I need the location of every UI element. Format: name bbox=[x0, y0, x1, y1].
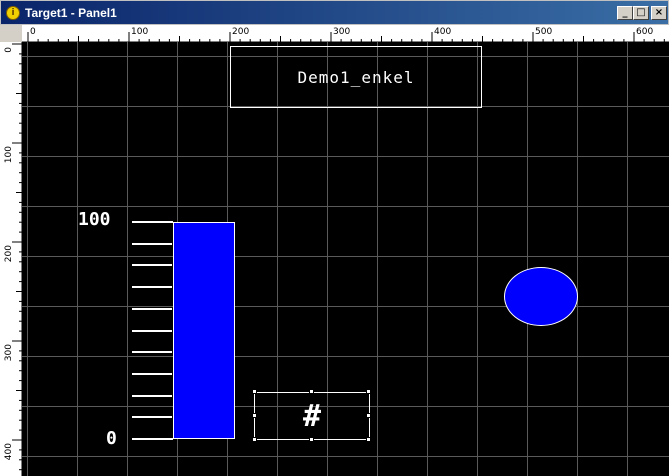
resize-handle-n[interactable] bbox=[309, 389, 314, 394]
bar-scale-tick bbox=[132, 416, 172, 419]
ruler-label: 600 bbox=[636, 27, 653, 37]
maximize-button[interactable]: □ bbox=[633, 6, 649, 20]
resize-handle-sw[interactable] bbox=[252, 437, 257, 442]
ruler-label: 300 bbox=[333, 27, 350, 37]
ruler-horizontal: 0 100 200 300 400 500 600 bbox=[22, 25, 669, 42]
bar-graph[interactable] bbox=[173, 222, 235, 439]
resize-handle-nw[interactable] bbox=[252, 389, 257, 394]
ruler-label: 100 bbox=[131, 27, 148, 37]
bar-scale-tick bbox=[132, 329, 172, 332]
close-button[interactable]: × bbox=[651, 6, 667, 20]
panel-title-label[interactable]: Demo1_enkel bbox=[230, 46, 482, 108]
bar-scale-tick bbox=[132, 221, 173, 223]
ruler-label: 200 bbox=[232, 27, 249, 37]
ruler-label: 400 bbox=[434, 27, 451, 37]
ruler-vertical-scale: 0 100 200 300 400 bbox=[4, 43, 22, 471]
resize-handle-ne[interactable] bbox=[366, 389, 371, 394]
bar-scale-tick bbox=[132, 264, 172, 267]
app-icon[interactable]: i bbox=[6, 6, 20, 20]
resize-handle-se[interactable] bbox=[366, 437, 371, 442]
bar-graph-fill bbox=[174, 223, 234, 438]
title-bar[interactable]: i Target1 - Panel1 _ □ × bbox=[0, 0, 669, 25]
resize-handle-w[interactable] bbox=[252, 413, 257, 418]
resize-handle-e[interactable] bbox=[366, 413, 371, 418]
panel-canvas[interactable]: Demo1_enkel 100 0 # bbox=[22, 42, 669, 476]
bar-scale-tick bbox=[132, 286, 172, 289]
bar-scale-tick bbox=[132, 242, 172, 245]
resize-handle-s[interactable] bbox=[309, 437, 314, 442]
ruler-vertical: 0 100 200 300 400 bbox=[0, 42, 22, 476]
bar-scale-tick bbox=[132, 351, 172, 354]
ruler-label: 0 bbox=[30, 27, 36, 37]
bar-scale-tick bbox=[132, 394, 172, 397]
bar-scale-tick bbox=[132, 372, 172, 375]
bar-scale-tick bbox=[132, 307, 172, 310]
bar-scale-min-label: 0 bbox=[106, 428, 117, 449]
bar-scale-max-label: 100 bbox=[78, 209, 111, 230]
ruler-label: 400 bbox=[4, 443, 14, 460]
numeric-display[interactable]: # bbox=[254, 392, 370, 440]
ruler-corner bbox=[0, 25, 22, 42]
numeric-display-value: # bbox=[302, 398, 322, 434]
ruler-label: 0 bbox=[4, 47, 14, 53]
window-title: Target1 - Panel1 bbox=[25, 6, 117, 20]
ruler-label: 500 bbox=[535, 27, 552, 37]
minimize-button[interactable]: _ bbox=[617, 6, 633, 20]
ruler-label: 100 bbox=[4, 146, 14, 163]
bar-scale-tick bbox=[132, 438, 173, 440]
ruler-label: 300 bbox=[4, 344, 14, 361]
ruler-label: 200 bbox=[4, 245, 14, 262]
blue-circle-shape[interactable] bbox=[504, 267, 578, 326]
ruler-horizontal-scale: 0 100 200 300 400 500 600 bbox=[27, 27, 665, 42]
